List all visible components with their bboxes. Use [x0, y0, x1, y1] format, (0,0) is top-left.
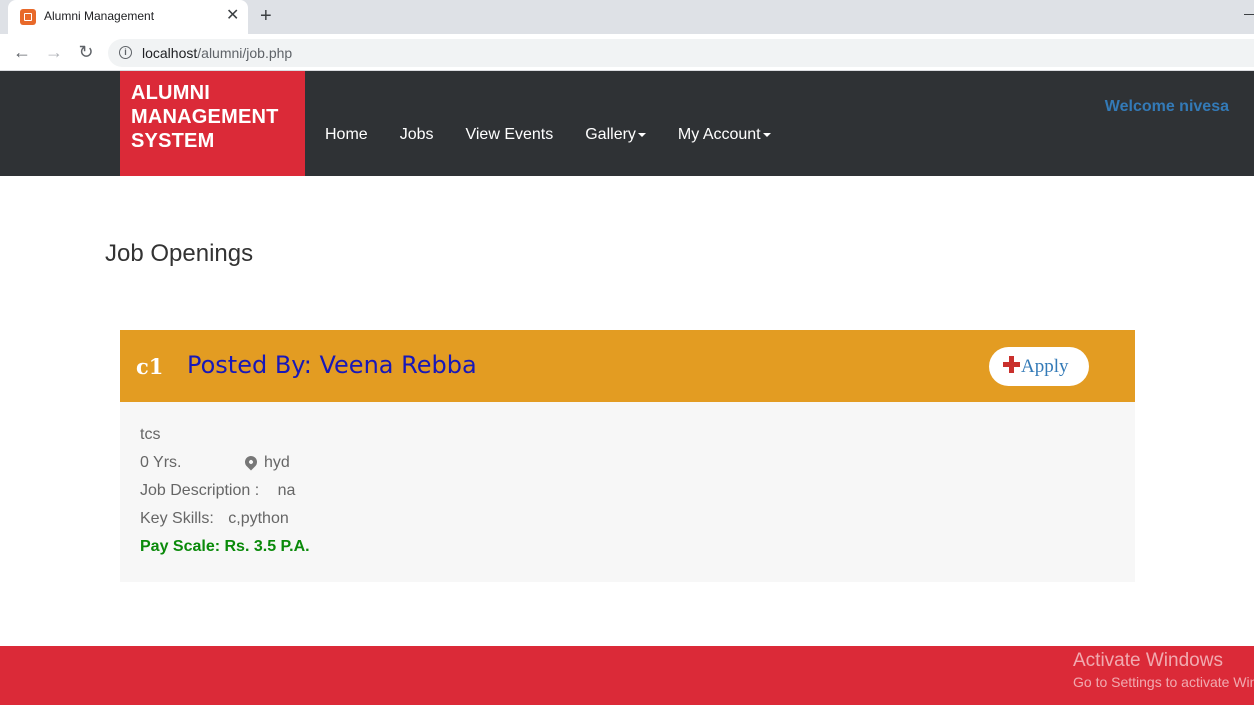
url-host: localhost	[142, 45, 198, 61]
plus-icon	[1003, 356, 1020, 373]
page-title: Job Openings	[105, 240, 254, 267]
tab-title: Alumni Management	[44, 9, 155, 23]
url-text: localhost/alumni/job.php	[142, 45, 292, 61]
experience: 0 Yrs.	[140, 454, 182, 471]
url-path: /alumni/job.php	[197, 45, 293, 61]
key-skills: c,python	[228, 510, 289, 527]
site-footer	[0, 646, 1254, 705]
site-navbar: ALUMNI MANAGEMENT SYSTEM Home Jobs View …	[0, 71, 1254, 176]
nav-view-events[interactable]: View Events	[465, 126, 553, 144]
experience-location-row: 0 Yrs. hyd	[140, 453, 440, 472]
nav-home[interactable]: Home	[325, 126, 368, 144]
apply-button[interactable]: Apply	[989, 347, 1089, 386]
browser-tab-bar: Alumni Management ✕ +	[0, 0, 1254, 34]
browser-toolbar: ← → ↻ i localhost/alumni/job.php	[0, 34, 1254, 71]
welcome-user: Welcome nivesa	[1104, 98, 1229, 115]
activate-windows-title: Activate Windows	[1073, 650, 1223, 671]
pay-scale: Pay Scale: Rs. 3.5 P.A.	[140, 538, 310, 555]
nav-gallery-label: Gallery	[585, 126, 636, 143]
location: hyd	[264, 454, 290, 471]
info-icon[interactable]: i	[119, 46, 132, 59]
brand-text: ALUMNI MANAGEMENT SYSTEM	[131, 82, 279, 152]
nav-gallery-dropdown[interactable]: Gallery	[585, 126, 646, 144]
posted-by: Posted By: Veena Rebba	[187, 351, 477, 379]
job-description-label: Job Description :	[140, 482, 260, 499]
xampp-favicon-icon	[20, 9, 36, 25]
map-marker-icon	[242, 453, 260, 471]
key-skills-row: Key Skills: c,python	[140, 510, 289, 528]
caret-down-icon	[637, 132, 646, 137]
brand-logo[interactable]: ALUMNI MANAGEMENT SYSTEM	[120, 71, 305, 176]
nav-jobs[interactable]: Jobs	[400, 126, 434, 144]
forward-arrow-icon[interactable]: →	[43, 41, 65, 63]
browser-tab[interactable]: Alumni Management ✕	[8, 0, 248, 34]
job-card-header: c1 Posted By: Veena Rebba Apply	[120, 330, 1135, 402]
back-arrow-icon[interactable]: ←	[11, 41, 33, 63]
new-tab-icon[interactable]: +	[260, 5, 272, 27]
caret-down-icon	[762, 132, 771, 137]
job-card: c1 Posted By: Veena Rebba Apply tcs 0 Yr…	[120, 330, 1135, 582]
job-description: na	[277, 482, 296, 499]
windows-activation-watermark: Activate Windows Go to Settings to activ…	[1073, 650, 1254, 690]
nav-my-account-label: My Account	[677, 126, 761, 143]
main-menu: Home Jobs View Events Gallery My Account	[325, 126, 803, 144]
nav-my-account-dropdown[interactable]: My Account	[678, 126, 771, 144]
company-name: tcs	[140, 426, 161, 443]
close-icon[interactable]: ✕	[226, 7, 239, 25]
minimize-icon[interactable]	[1242, 6, 1254, 20]
activate-windows-subtitle: Go to Settings to activate Windows.	[1073, 674, 1254, 690]
job-description-row: Job Description : na	[140, 482, 295, 500]
job-title: c1	[136, 354, 164, 379]
address-bar[interactable]: i localhost/alumni/job.php	[108, 39, 1254, 67]
key-skills-label: Key Skills:	[140, 510, 214, 527]
apply-label: Apply	[1021, 356, 1069, 377]
reload-icon[interactable]: ↻	[75, 41, 97, 63]
